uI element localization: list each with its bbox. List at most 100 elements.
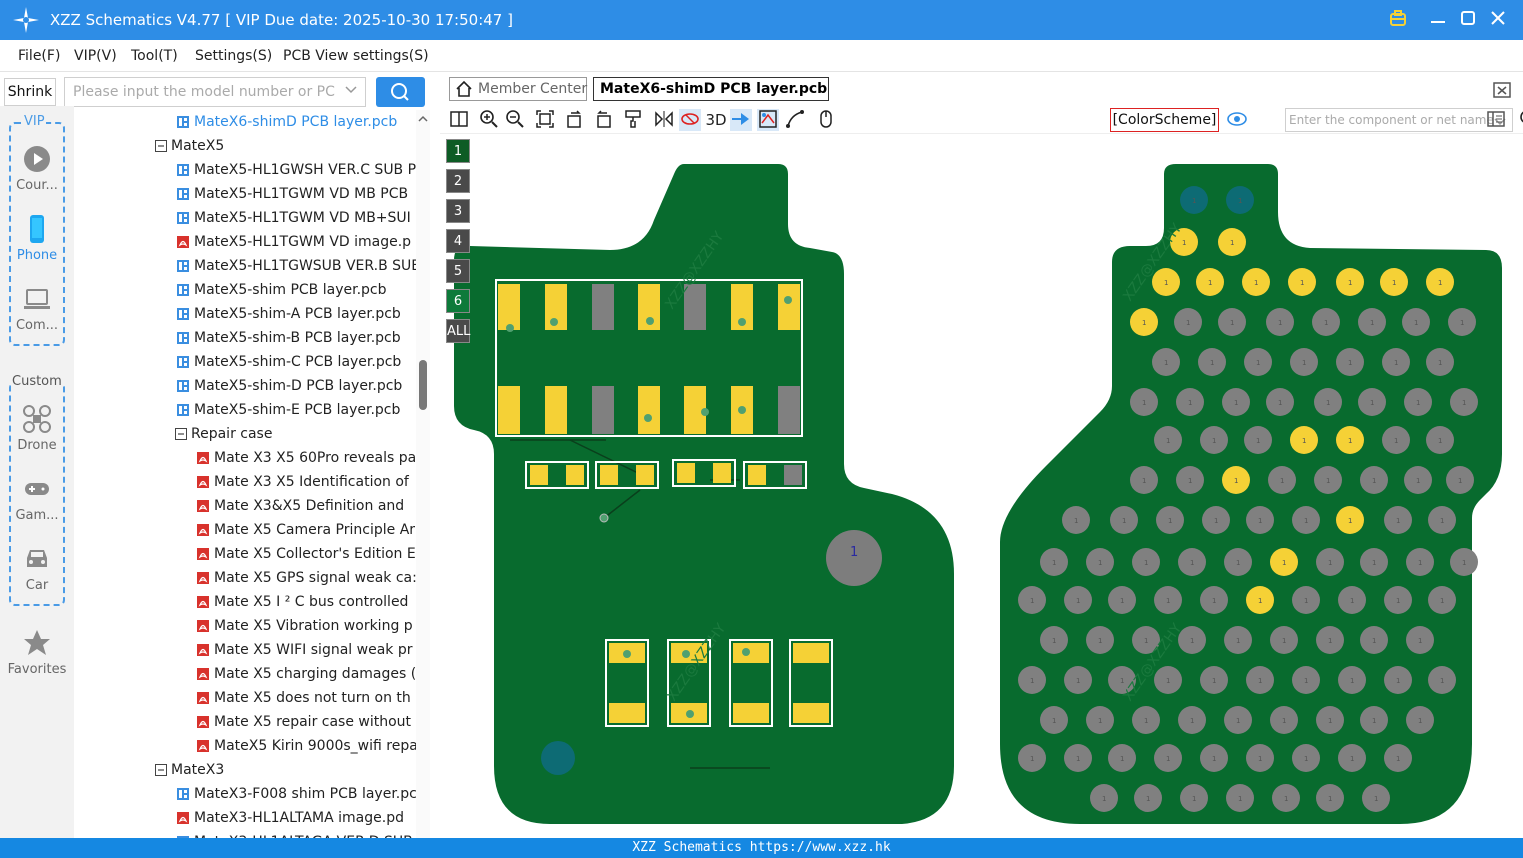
pcb-canvas[interactable]: 1 1 1 1 1 1 1 1 1 1 1 1 1 1 1 1 1 1 1 1 1 1 1 1 1 1 1 1 1 1 1 1 1 1 1 1 1 1 1… [440,134,1523,838]
tree-item[interactable]: Mate X3 X5 60Pro reveals pa [196,446,416,470]
rail-item-favorites[interactable]: Favorites [2,628,72,677]
layer-button[interactable]: 4 [446,229,470,253]
tree-folder[interactable]: MateX5 [155,134,224,158]
tab-member-center[interactable]: Member Center [449,77,587,101]
rail-item-car[interactable]: Car [2,544,72,593]
tree-folder[interactable]: MateX3 [155,758,224,782]
tree-item[interactable]: MateX5-shim-E PCB layer.pcb [176,398,400,422]
tab-active-pcb[interactable]: MateX6-shimD PCB layer.pcb [593,77,829,101]
layer-button[interactable]: 5 [446,259,470,283]
pad [545,386,567,434]
close-tabs-icon[interactable] [1492,80,1512,100]
tree-item[interactable]: Mate X5 I ² C bus controlled [196,590,408,614]
tree-item[interactable]: Mate X5 Collector's Edition E [196,542,416,566]
pcb-board-view[interactable]: 1 1 1 1 1 1 1 1 1 1 1 1 1 1 1 1 1 1 1 1 1 1 1 1 1 1 1 1 1 1 1 1 1 1 1 1 1 1 1… [440,134,1523,838]
tree-item[interactable]: MateX5-shim-D PCB layer.pcb [176,374,402,398]
layer-button[interactable]: 1 [446,139,470,163]
rotate-right-icon[interactable] [592,109,614,131]
tree-item[interactable]: MateX5-HL1TGWM VD image.p [176,230,411,254]
search-icon[interactable] [1518,109,1523,131]
format-brush-icon[interactable] [622,109,644,131]
tree-item[interactable]: MateX5-shim-B PCB layer.pcb [176,326,401,350]
tree-item[interactable]: Mate X5 WIFI signal weak pr [196,638,412,662]
tree-item[interactable]: Mate X5 does not turn on th [196,686,411,710]
tree-item[interactable]: Mate X3&X5 Definition and [196,494,404,518]
flip-board-icon[interactable] [679,109,701,131]
zoom-out-icon[interactable] [504,109,526,131]
tree-item[interactable]: Mate X5 GPS signal weak ca: [196,566,416,590]
route-highlight-icon[interactable] [730,109,752,131]
chevron-down-icon[interactable] [345,83,357,98]
tree-item[interactable]: MateX5-shim-C PCB layer.pcb [176,350,401,374]
layer-button[interactable]: ALL [446,319,470,343]
pdf-file-icon [197,620,209,632]
net-view-icon[interactable] [757,109,779,131]
tree-item[interactable]: MateX6-shimD PCB layer.pcb [176,110,397,134]
via [686,710,694,718]
tree-item[interactable]: Mate X5 Vibration working p [196,614,413,638]
layer-button[interactable]: 2 [446,169,470,193]
mouse-icon[interactable] [815,109,837,131]
split-view-icon[interactable] [448,109,470,131]
color-scheme-button[interactable]: [ColorScheme] [1110,108,1219,132]
rail-item-computer[interactable]: Com... [2,284,72,333]
briefcase-icon[interactable] [1386,8,1410,32]
eye-icon[interactable] [1226,109,1248,131]
rail-item-game[interactable]: Gam... [2,474,72,523]
tree-item[interactable]: Mate X3 X5 Identification of [196,470,409,494]
tree-item[interactable]: Mate X5 Camera Principle Ar [196,518,415,542]
layer-button[interactable]: 6 [446,289,470,313]
zoom-in-icon[interactable] [478,109,500,131]
menu-file[interactable]: File(F) [18,48,60,64]
component-search-input[interactable] [1286,109,1496,131]
ball-label: 1 [1192,197,1196,205]
collapse-icon[interactable] [175,428,187,440]
tree-item[interactable]: Mate X5 repair case without [196,710,411,734]
tree-item[interactable]: MateX3-HL1ALTAMA image.pd [176,806,404,830]
tree-item-label: Mate X5 does not turn on th [214,690,411,706]
tree-folder[interactable]: Repair case [175,422,272,446]
tree-item-label: MateX5-shim PCB layer.pcb [194,282,387,298]
shrink-button[interactable]: Shrink [4,78,56,106]
rail-item-course[interactable]: Cour... [2,144,72,193]
tree-item[interactable]: MateX5-shim-A PCB layer.pcb [176,302,401,326]
tree-item[interactable]: MateX5-HL1TGWM VD MB+SUI [176,206,411,230]
tree-item[interactable]: MateX5-HL1TGWM VD MB PCB [176,182,408,206]
via [738,318,746,326]
panel-toggle-icon[interactable] [1485,109,1507,131]
rail-item-phone[interactable]: Phone [2,214,72,263]
minimize-button[interactable] [1426,8,1450,32]
menu-tool[interactable]: Tool(T) [131,48,178,64]
tree-item[interactable]: MateX5-HL1GWSH VER.C SUB P [176,158,416,182]
tree-item[interactable]: MateX5 Kirin 9000s_wifi repa [196,734,416,758]
collapse-icon[interactable] [155,140,167,152]
fit-view-icon[interactable] [534,109,556,131]
tree-item[interactable]: Mate X5 charging damages ( [196,662,416,686]
pdf-file-icon [197,524,209,536]
tree-item[interactable]: MateX5-shim PCB layer.pcb [176,278,387,302]
search-button[interactable] [376,77,425,107]
rail-item-drone[interactable]: Drone [2,404,72,453]
tree-item[interactable]: MateX3-F008 shim PCB layer.pc [176,782,416,806]
menu-settings[interactable]: Settings(S) [195,48,272,64]
tree-item[interactable]: MateX5-HL1TGWSUB VER.B SUE [176,254,416,278]
tree-item[interactable]: MateX3-HL1ALTAGA VER.D SUB [176,830,413,838]
via [784,296,792,304]
scroll-up-icon[interactable] [416,112,430,126]
3d-view-button[interactable]: 3D [705,109,727,131]
ball-label: 1 [1142,399,1146,407]
menu-vip[interactable]: VIP(V) [74,48,117,64]
measure-icon[interactable] [784,109,806,131]
close-button[interactable] [1486,8,1510,32]
mirror-icon[interactable] [653,109,675,131]
rotate-left-icon[interactable] [564,109,586,131]
model-search-input[interactable] [65,78,335,106]
scrollbar-thumb[interactable] [419,360,427,410]
layer-button[interactable]: 3 [446,199,470,223]
tree-scrollbar[interactable] [416,110,430,838]
menu-pcb-view-settings[interactable]: PCB View settings(S) [283,48,429,64]
maximize-button[interactable] [1456,8,1480,32]
ball-label: 1 [1416,477,1420,485]
pdf-file-icon [197,596,209,608]
collapse-icon[interactable] [155,764,167,776]
